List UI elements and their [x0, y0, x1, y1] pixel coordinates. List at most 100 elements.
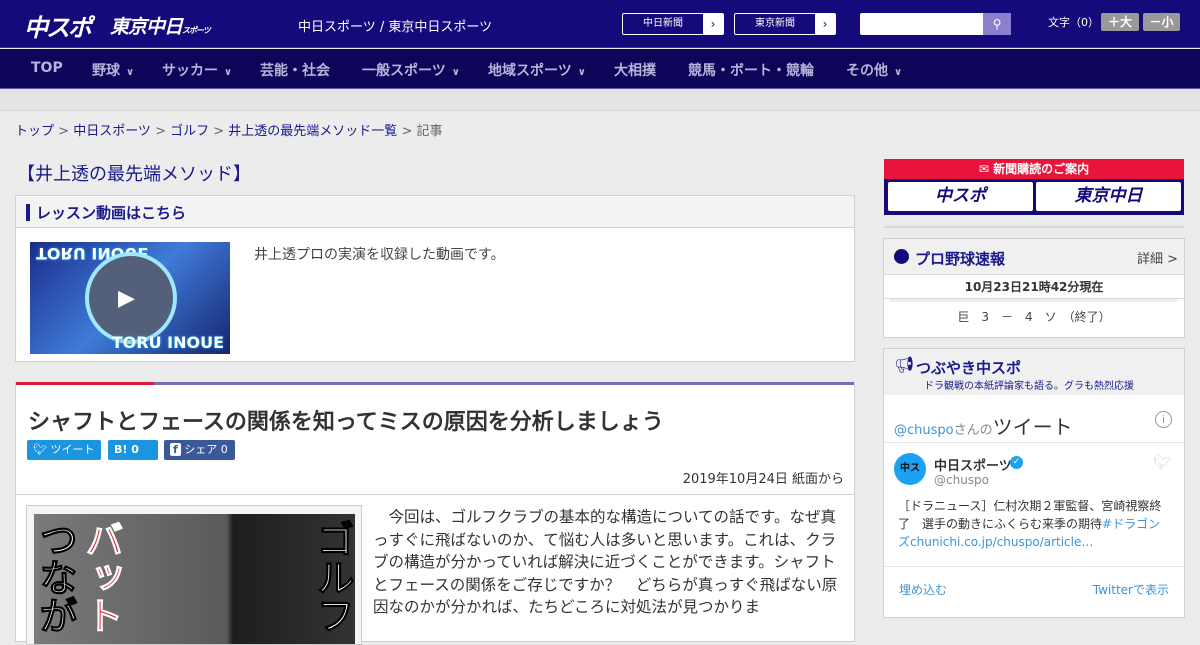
twitter-widget: 📢︎ つぶやき中スポ ドラ観戦の本紙評論家も語る。グラも熱烈応援 @chuspo…: [883, 348, 1185, 618]
baseball-icon: [894, 249, 909, 264]
tweet-url-link[interactable]: chunichi.co.jp/chuspo/article…: [910, 535, 1093, 549]
nav-racing[interactable]: 競馬・ボート・競輪: [688, 60, 814, 80]
breadcrumb-golf[interactable]: ゴルフ: [170, 124, 209, 139]
facebook-count: 0: [220, 443, 228, 456]
article-body: 今回は、ゴルフクラブの基本的な構造についての話です。なぜ真っすぐに飛ばないのか、…: [373, 508, 838, 616]
hatena-button[interactable]: B! 0: [108, 440, 158, 460]
heading-marker: [26, 204, 30, 221]
article-top-bar: [16, 382, 854, 385]
account-handle[interactable]: @chuspo: [934, 473, 989, 487]
link-label: 東京新聞: [755, 18, 795, 29]
play-icon: ▶: [118, 286, 135, 311]
chevron-down-icon: ∨: [894, 67, 903, 78]
breadcrumb-current: 記事: [416, 124, 443, 139]
tweets-subtitle: ドラ観戦の本紙評論家も語る。グラも熱烈応援: [924, 381, 1134, 392]
breadcrumb-chuspo[interactable]: 中日スポーツ: [73, 124, 151, 139]
subscribe-tokyo-chunichi[interactable]: 東京中日: [1036, 182, 1181, 211]
nav-other[interactable]: その他 ∨: [846, 60, 902, 80]
tweet-text: ［ドラニュース］仁村次期２軍監督、宮崎視察終了 選手の動きにふくらむ来季の期待#…: [898, 497, 1168, 551]
image-caption-left: つなが: [33, 520, 78, 635]
search-icon: ⚲: [992, 17, 1002, 31]
divider: [884, 226, 1184, 228]
chevron-down-icon: ∨: [224, 67, 233, 78]
breadcrumb-series[interactable]: 井上透の最先端メソッド一覧: [228, 124, 397, 139]
subscription-title-text: 新聞購読のご案内: [993, 162, 1090, 176]
nav-sumo[interactable]: 大相撲: [614, 60, 656, 80]
newspaper-icon: ✉: [978, 162, 994, 176]
video-thumbnail[interactable]: TORU INOUE ▶ TORU INOUE: [30, 242, 230, 354]
article-image[interactable]: つなが バット ゴルフ: [26, 505, 362, 645]
avatar[interactable]: 中ス: [894, 453, 926, 485]
search-box: ⚲: [860, 13, 1011, 35]
account-name[interactable]: 中日スポーツ: [934, 455, 1012, 474]
search-button[interactable]: ⚲: [983, 13, 1011, 35]
verified-icon: ✓: [1010, 456, 1023, 469]
image-caption-right: ゴルフ: [310, 520, 355, 635]
nav-entertainment[interactable]: 芸能・社会: [260, 60, 330, 80]
nav-label: 一般スポーツ: [362, 63, 446, 79]
chevron-right-icon: ›: [815, 14, 835, 34]
search-input[interactable]: [860, 13, 980, 35]
chuspo-handle-link[interactable]: @chuspo: [894, 423, 954, 438]
game-score[interactable]: 巨 3 － 4 ソ （終了）: [890, 299, 1178, 332]
nav-top[interactable]: TOP: [31, 60, 63, 76]
thumb-text: TORU INOUE: [111, 333, 224, 352]
site-header: 中スポ 東京中日スポーツ 中日スポーツ / 東京中日スポーツ 中日新聞 › 東京新…: [0, 0, 1200, 48]
logo-text: 東京中日: [110, 16, 183, 38]
font-smaller-button[interactable]: －小: [1143, 13, 1180, 31]
baseball-scores: プロ野球速報 詳細 > 10月23日21時42分現在 巨 3 － 4 ソ （終了…: [883, 238, 1185, 338]
info-icon[interactable]: i: [1155, 411, 1172, 428]
embed-link[interactable]: 埋め込む: [899, 581, 947, 598]
article-title: シャフトとフェースの関係を知ってミスの原因を分析しましょう: [28, 410, 664, 435]
nav-baseball[interactable]: 野球 ∨: [92, 60, 134, 80]
nav-general-sports[interactable]: 一般スポーツ ∨: [362, 60, 460, 80]
chevron-right-icon: ›: [703, 14, 723, 34]
handle-suffix: さんの: [953, 423, 993, 438]
tweet-label: ツイート: [50, 443, 95, 456]
hatena-count: 0: [131, 443, 139, 456]
header-divider: [0, 89, 1200, 111]
article-date: 2019年10月24日 紙面から: [682, 472, 844, 487]
view-on-twitter-link[interactable]: Twitterで表示: [1093, 581, 1169, 598]
main-nav: TOP 野球 ∨ サッカー ∨ 芸能・社会 一般スポーツ ∨ 地域スポーツ ∨ 大相撲 …: [0, 49, 1200, 89]
subscription-title: ✉ 新聞購読のご案内: [884, 159, 1184, 179]
subscription-banner[interactable]: ✉ 新聞購読のご案内 中スポ 東京中日: [884, 159, 1184, 215]
video-box: レッスン動画はこちら TORU INOUE ▶ TORU INOUE 井上透プロ…: [15, 195, 855, 362]
image-caption-red: バット: [79, 520, 124, 635]
nav-local-sports[interactable]: 地域スポーツ ∨: [488, 60, 586, 80]
facebook-icon: f: [170, 443, 181, 456]
megaphone-icon: 📢︎: [894, 355, 915, 374]
tweet-button[interactable]: 🐦︎ ツイート: [27, 440, 101, 460]
photo: つなが バット ゴルフ: [33, 514, 355, 644]
divider: [16, 494, 854, 495]
chunichi-shimbun-link[interactable]: 中日新聞 ›: [622, 13, 724, 35]
tweets-title: つぶやき中スポ: [916, 359, 1022, 377]
breadcrumb: トップ > 中日スポーツ > ゴルフ > 井上透の最先端メソッド一覧 > 記事: [15, 124, 443, 139]
video-heading-text: レッスン動画はこちら: [36, 204, 187, 222]
font-larger-button[interactable]: ＋大: [1101, 13, 1139, 31]
facebook-share-button[interactable]: f シェア 0: [164, 440, 235, 460]
twitter-bird-icon: 🐦︎: [1152, 453, 1172, 471]
share-label: シェア: [184, 443, 218, 456]
nav-soccer[interactable]: サッカー ∨: [162, 60, 232, 80]
subscribe-chuspo[interactable]: 中スポ: [888, 182, 1033, 211]
logo-sub: スポーツ: [182, 26, 211, 35]
chevron-down-icon: ∨: [451, 67, 460, 78]
chevron-down-icon: ∨: [577, 67, 586, 78]
link-label: 中日新聞: [643, 18, 683, 29]
nav-label: 地域スポーツ: [488, 63, 572, 79]
nav-label: 野球: [92, 63, 120, 79]
baseball-detail-link[interactable]: 詳細 >: [1137, 248, 1178, 267]
tokyo-shimbun-link[interactable]: 東京新聞 ›: [734, 13, 836, 35]
video-heading: レッスン動画はこちら: [16, 196, 854, 228]
tokyo-chunichi-logo[interactable]: 東京中日スポーツ: [110, 12, 211, 39]
chuspo-logo[interactable]: 中スポ: [24, 8, 92, 43]
twitter-icon: 🐦︎: [33, 443, 47, 456]
breadcrumb-top[interactable]: トップ: [15, 124, 54, 139]
nav-label: その他: [846, 63, 888, 79]
baseball-time: 10月23日21時42分現在: [884, 275, 1184, 299]
tweets-heading: ツイート: [992, 415, 1073, 439]
video-description: 井上透プロの実演を収録した動画です。: [254, 247, 505, 263]
chevron-down-icon: ∨: [126, 67, 135, 78]
baseball-title: プロ野球速報: [915, 250, 1006, 268]
